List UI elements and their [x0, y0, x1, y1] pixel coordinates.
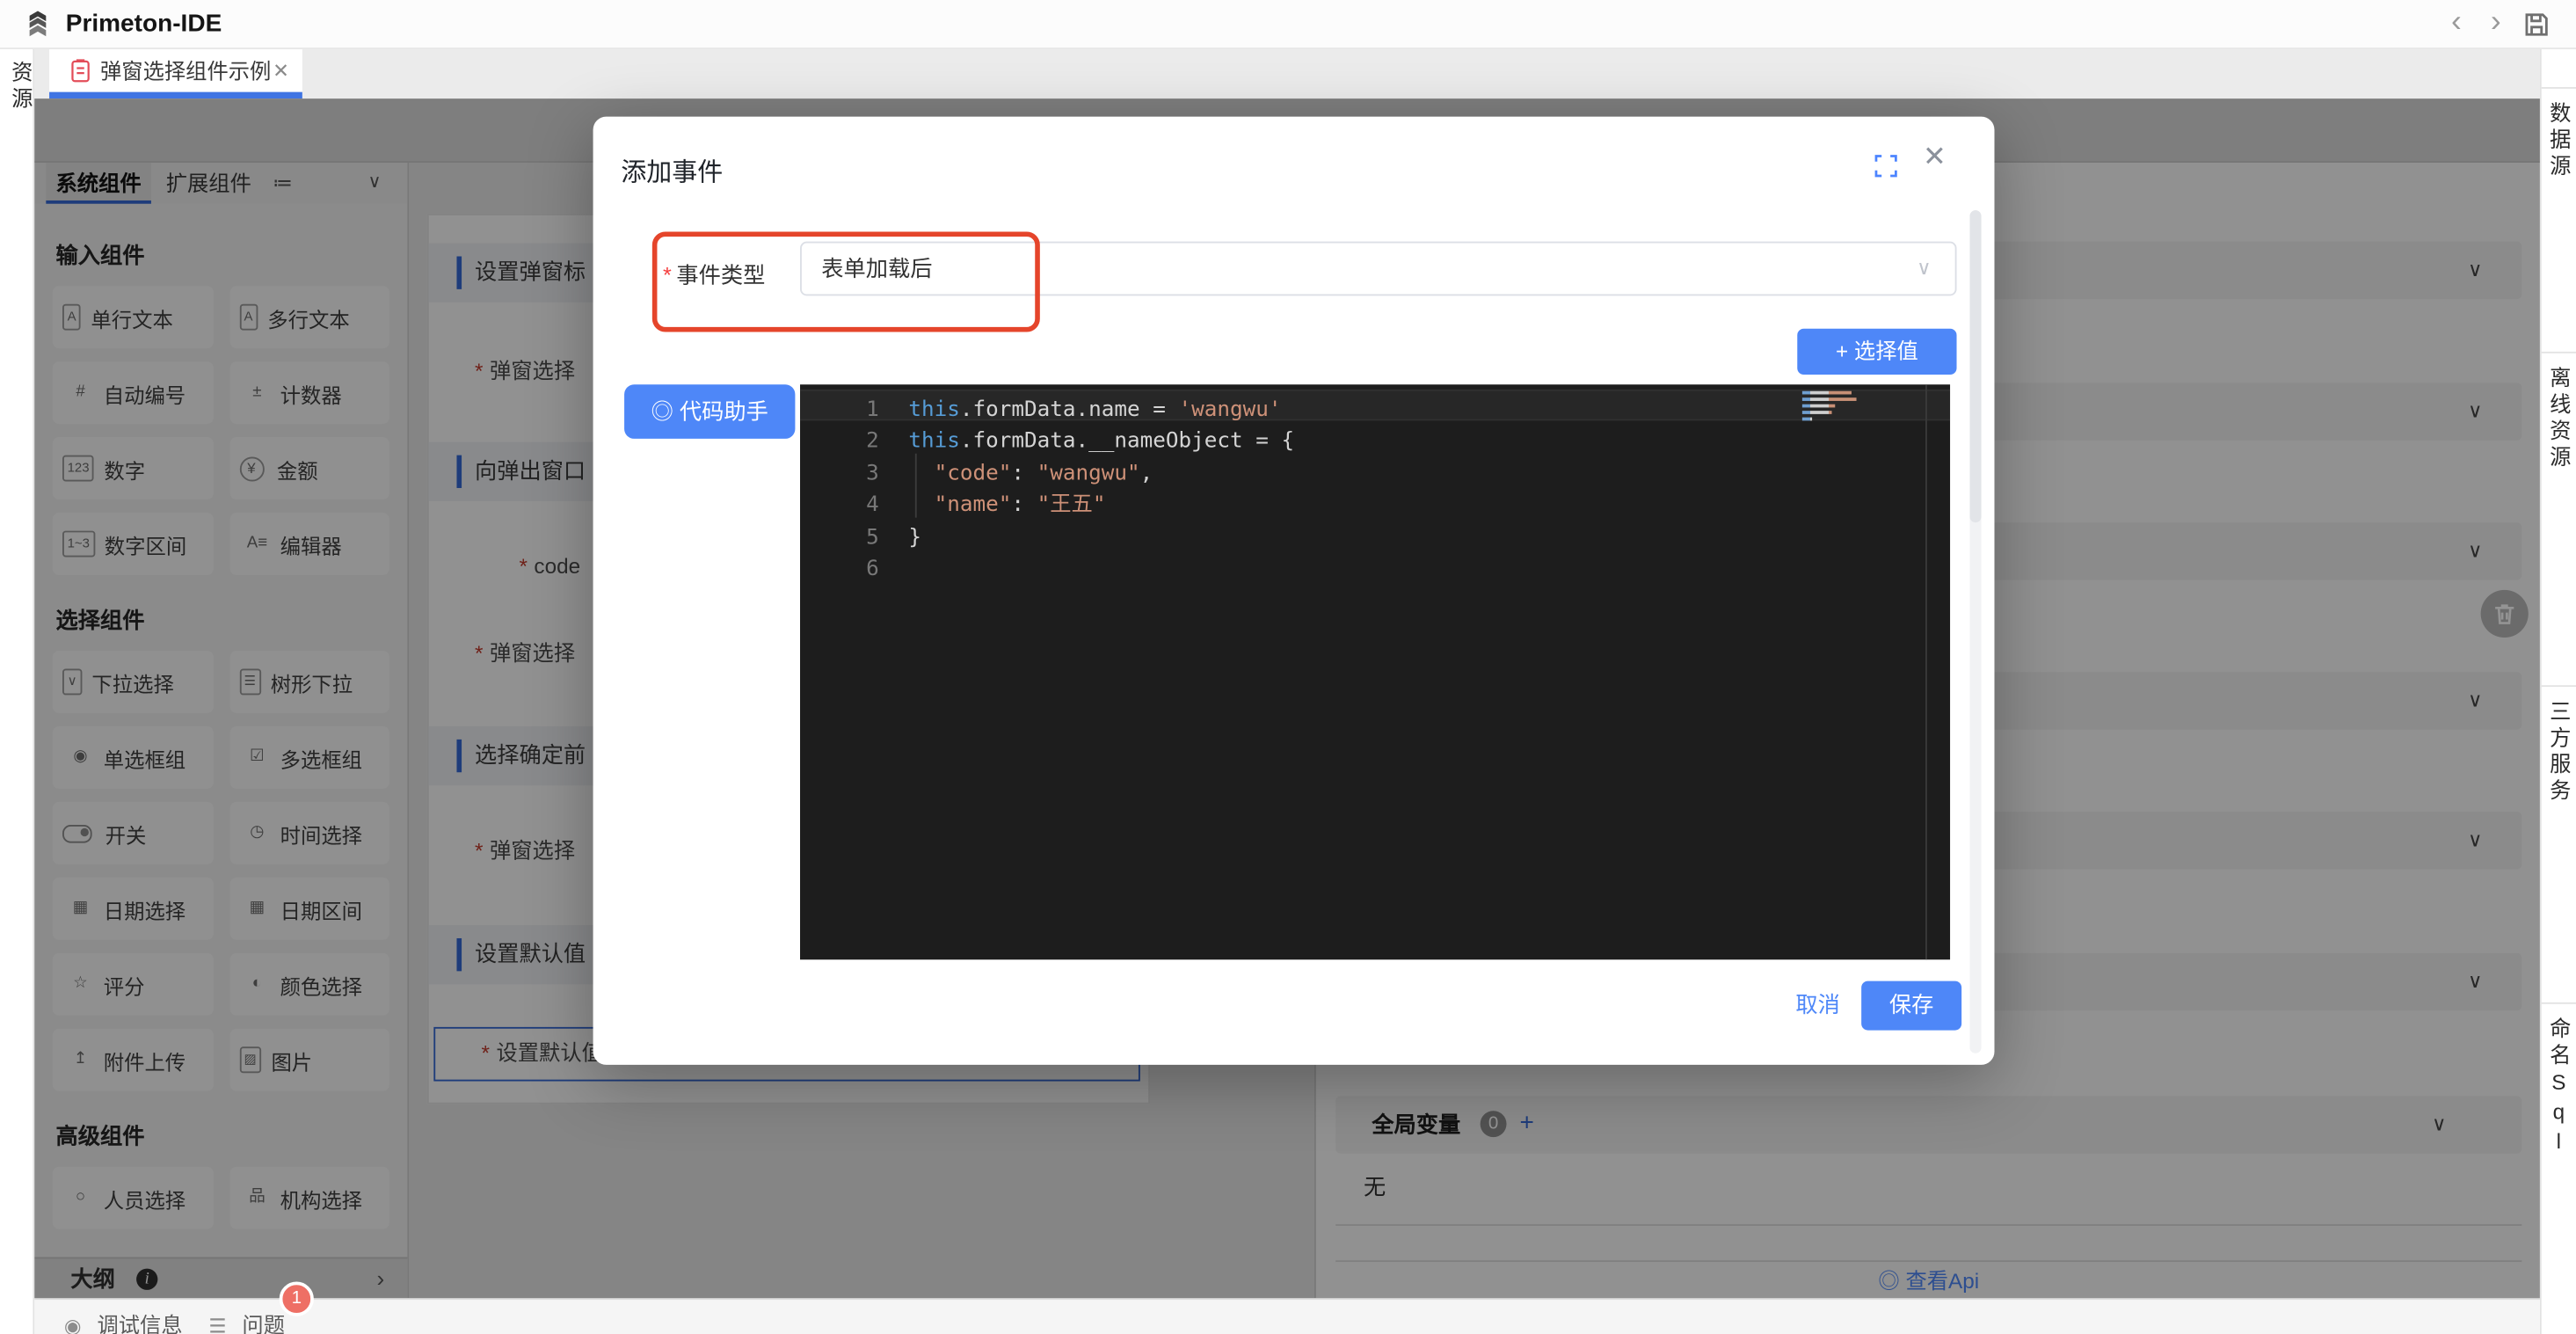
code-line: 4 "name": "王五": [800, 485, 1950, 516]
event-type-value: 表单加载后: [821, 244, 932, 295]
plus-icon: +: [1836, 338, 1848, 362]
required-asterisk: *: [663, 263, 672, 288]
event-type-select[interactable]: 表单加载后 ∨: [800, 242, 1956, 296]
debug-info-item[interactable]: ◉ 调试信息: [64, 1308, 183, 1334]
tab-close-icon[interactable]: ✕: [273, 49, 289, 92]
right-rail: 数据源 离线资源 三方服务 命名Sql: [2540, 49, 2576, 1334]
problems-item[interactable]: ☰ 问题: [208, 1308, 285, 1334]
app-window: Primeton-IDE ‹ › 弹窗选择组件示例 ✕ 资源 数据源 离线资源: [0, 0, 2576, 1334]
problems-count-badge: 1: [280, 1282, 314, 1316]
forward-icon[interactable]: ›: [2491, 0, 2501, 49]
debug-icon: ◉: [64, 1315, 82, 1334]
document-icon: [70, 57, 90, 84]
code-line: 2this.formData.__nameObject = {: [800, 420, 1950, 452]
editor-separator: [1925, 383, 1927, 959]
event-type-label: *事件类型: [663, 257, 765, 289]
left-rail-resources[interactable]: 资源: [0, 49, 34, 1334]
active-tab-underline: [49, 91, 302, 98]
status-bar: ◉ 调试信息 ☰ 问题: [34, 1298, 2540, 1334]
minimap-code-preview[interactable]: [1802, 390, 1868, 423]
cancel-button[interactable]: 取消: [1795, 989, 1839, 1022]
fullscreen-icon[interactable]: [1872, 153, 1898, 179]
indent-guide: [915, 453, 917, 517]
dialog-scrollbar[interactable]: [1969, 210, 1981, 1053]
code-line: 6: [800, 549, 1950, 580]
problems-icon: ☰: [208, 1315, 226, 1334]
editor-tab-bar: 弹窗选择组件示例 ✕: [34, 49, 2576, 98]
app-logo-icon: [21, 8, 54, 40]
code-assistant-icon: ◎: [651, 398, 673, 423]
tab-popup-select-example[interactable]: 弹窗选择组件示例 ✕: [49, 49, 302, 92]
select-value-button[interactable]: + 选择值: [1797, 328, 1956, 375]
dialog-title: 添加事件: [621, 153, 723, 189]
save-button[interactable]: 保存: [1861, 981, 1961, 1030]
code-line: 5}: [800, 517, 1950, 549]
right-rail-section[interactable]: 三方服务: [2542, 685, 2576, 1002]
right-rail-section[interactable]: 数据源: [2542, 87, 2576, 352]
app-title: Primeton-IDE: [66, 0, 222, 49]
chevron-down-icon: ∨: [1917, 244, 1931, 295]
close-icon[interactable]: ✕: [1917, 140, 1953, 176]
title-bar: Primeton-IDE ‹ ›: [0, 0, 2576, 49]
left-rail-label: 资源: [5, 61, 37, 113]
code-assistant-button[interactable]: ◎ 代码助手: [624, 383, 795, 438]
line-number: 6: [800, 554, 879, 586]
code-line: 1this.formData.name = 'wangwu': [800, 389, 1950, 420]
right-rail-section[interactable]: 离线资源: [2542, 352, 2576, 685]
save-icon[interactable]: [2521, 10, 2551, 40]
back-icon[interactable]: ‹: [2451, 0, 2462, 49]
code-editor[interactable]: 1this.formData.name = 'wangwu'2this.form…: [800, 383, 1950, 959]
code-line: 3 "code": "wangwu",: [800, 453, 1950, 485]
add-event-dialog: 添加事件 ✕ *事件类型 表单加载后 ∨ + 选择值 ◎ 代码助手 1this.…: [593, 117, 1995, 1064]
right-rail-section[interactable]: 命名Sql: [2542, 1002, 2576, 1331]
tab-label: 弹窗选择组件示例: [100, 49, 271, 92]
